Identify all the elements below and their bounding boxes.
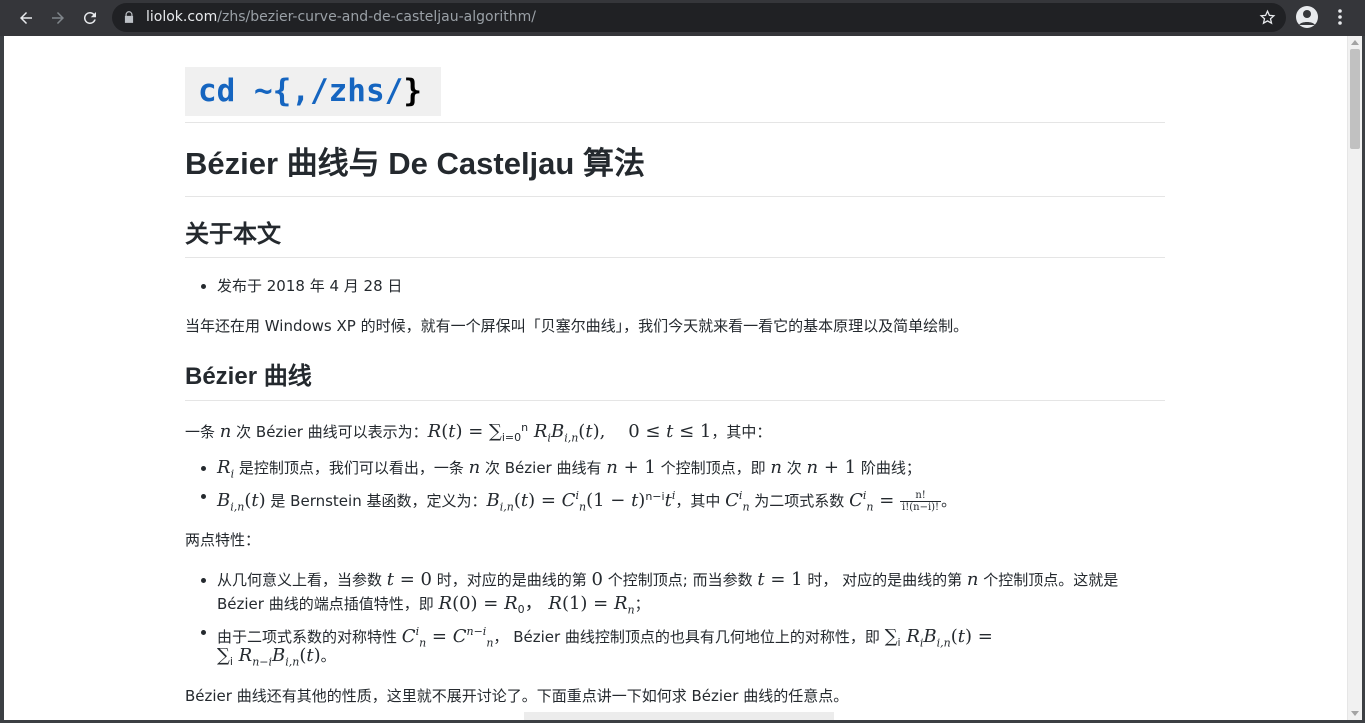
bullet [201,630,206,635]
published-date: 发布于 2018 年 4 月 28 日 [217,277,403,295]
bullet [201,466,206,471]
li3-b: 时，对应的是曲线的第 [432,571,592,589]
logo-cd: cd ~{, [198,73,310,109]
address-bar[interactable]: liolok.com/zhs/bezier-curve-and-de-caste… [112,3,1286,32]
bullet [201,284,206,289]
def-mid: 次 Bézier 曲线可以表示为： [231,423,428,441]
about-heading: 关于本文 [185,221,281,248]
scroll-up-arrow-icon[interactable] [1351,40,1359,45]
li4-b: ， Bézier 曲线控制顶点的也具有几何地位上的对称性，即 [493,628,885,646]
math-ri: Ri [217,457,235,481]
closing-paragraph: Bézier 曲线还有其他的性质，这里就不展开讨论了。下面重点讲一下如何求 Bé… [185,687,849,705]
li2-a: 是 Bernstein 基函数，定义为： [265,492,487,510]
title-divider [185,196,1165,197]
logo-end: } [403,73,422,109]
definition-paragraph: 一条 n 次 Bézier 曲线可以表示为：R(t) = ∑i=0n RiBi,… [185,421,772,445]
list-item-endpoints: 从几何意义上看，当参数 t = 0 时，对应的是曲线的第 0 个控制顶点; 而当… [201,568,1119,592]
scroll-thumb[interactable] [1350,49,1360,149]
reload-icon[interactable] [78,6,102,30]
star-icon[interactable] [1259,9,1276,26]
list-item-control-points: Ri 是控制顶点，我们可以看出，一条 n 次 Bézier 曲线有 n + 1 … [201,456,921,487]
url-text[interactable]: liolok.com/zhs/bezier-curve-and-de-caste… [146,8,536,27]
status-bubble [524,712,834,720]
two-points-label: 两点特性： [185,531,261,549]
li1-a: 是控制顶点，我们可以看出，一条 [234,459,469,477]
math-binomial-fraction: n! i!(n−i)! [900,490,942,513]
li2-end: 。 [941,492,957,510]
bullet [201,494,206,499]
def-prefix: 一条 [185,423,220,441]
list-item-endpoints-cont: Bézier 曲线的端点插值特性，即 R(0) = R0， R(1) = Rn； [217,593,650,617]
bezier-heading: Bézier 曲线 [185,363,312,390]
li1-b: 次 Bézier 曲线有 [480,459,607,477]
li1-e: 阶曲线； [856,459,921,477]
scroll-down-arrow-icon[interactable] [1351,711,1359,716]
math-bezier-formula: R [427,421,442,442]
menu-dots-icon[interactable] [1330,7,1350,27]
back-arrow-icon[interactable] [14,6,38,30]
li3-c: 个控制顶点; 而当参数 [603,571,758,589]
article-title: Bézier 曲线与 De Casteljau 算法 [185,146,645,181]
url-path: /zhs/bezier-curve-and-de-casteljau-algor… [217,9,536,25]
li4-end: 。 [320,647,336,665]
li1-d: 次 [781,459,807,477]
list-item-bernstein: Bi,n(t) 是 Bernstein 基函数，定义为：Bi,n(t) = Ci… [201,484,957,520]
li3-d: 时， 对应的是曲线的第 [802,571,967,589]
page-viewport: cd ~{,/zhs/} Bézier 曲线与 De Casteljau 算法 … [4,36,1347,720]
li2-c: 为二项式系数 [749,492,850,510]
intro-paragraph: 当年还在用 Windows XP 的时候，就有一个屏保叫「贝塞尔曲线」，我们今天… [185,317,969,335]
li2-b: ，其中 [675,492,726,510]
profile-icon[interactable] [1296,6,1318,28]
bezier-divider [185,400,1165,401]
header-divider [185,122,1165,123]
list-item-symmetry-cont: ∑i Rn−iBi,n(t)。 [217,645,336,669]
forward-arrow-icon[interactable] [46,6,70,30]
list-item-published: 发布于 2018 年 4 月 28 日 [201,274,403,298]
math-bin: Bi,n [217,490,245,514]
li3-f: Bézier 曲线的端点插值特性，即 [217,595,439,613]
site-logo-box[interactable]: cd ~{,/zhs/} [185,67,441,116]
about-divider [185,257,1165,258]
li1-c: 个控制顶点，即 [655,459,771,477]
url-host: liolok.com [146,9,218,25]
li3-g: ； [634,595,650,613]
li3-e: 个控制顶点。这就是 [978,571,1119,589]
bullet [201,578,206,583]
browser-toolbar: liolok.com/zhs/bezier-curve-and-de-caste… [0,0,1365,36]
logo-path[interactable]: /zhs/ [310,73,403,109]
lock-icon[interactable] [122,10,136,24]
math-n: n [219,421,232,442]
vertical-scrollbar[interactable] [1347,36,1362,720]
def-suffix: ，其中： [711,423,772,441]
li3-a: 从几何意义上看，当参数 [217,571,387,589]
site-logo[interactable]: cd ~{,/zhs/} [198,73,422,109]
